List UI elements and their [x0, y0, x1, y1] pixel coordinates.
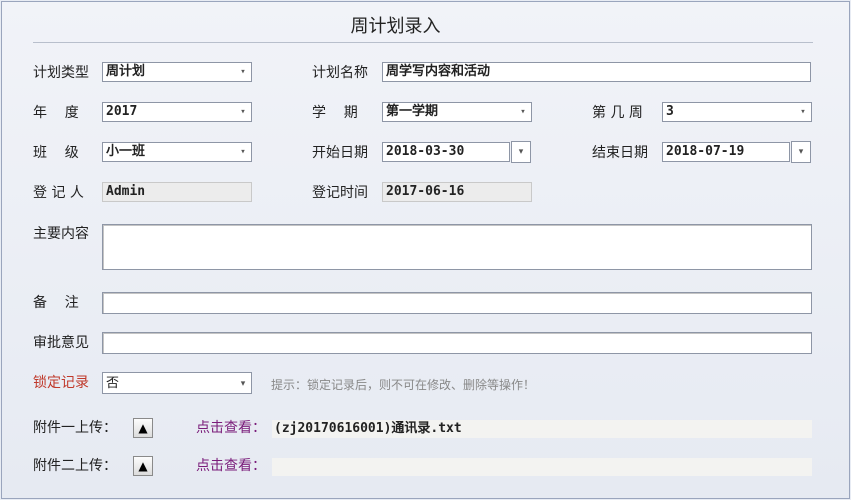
upload-icon: ▲ [138, 459, 148, 473]
class-value: 小一班 [106, 144, 146, 159]
plan-type-value: 周计划 [106, 64, 146, 79]
registrant-field: Admin [102, 182, 252, 202]
main-content-label: 主要内容 [33, 226, 89, 242]
year-value: 2017 [106, 104, 138, 119]
attachment1-file-link[interactable]: (zj20170616001)通讯录.txt [272, 420, 812, 438]
week-no-value: 3 [666, 104, 674, 119]
class-label: 班 级 [33, 145, 79, 161]
attachment2-file-link[interactable] [272, 458, 812, 476]
attachment1-view-link[interactable]: 点击查看： [196, 418, 266, 438]
attachment1-upload-button[interactable]: ▲ [133, 418, 153, 438]
plan-type-label: 计划类型 [33, 65, 89, 81]
chevron-down-icon: ▾ [518, 147, 524, 157]
reg-time-field: 2017-06-16 [382, 182, 532, 202]
end-date-picker-button[interactable]: ▾ [791, 141, 811, 163]
chevron-down-icon: ▾ [520, 107, 526, 117]
attachment1-label: 附件一上传： [33, 420, 117, 436]
remark-label: 备 注 [33, 295, 79, 311]
chevron-down-icon: ▾ [240, 378, 246, 388]
year-select[interactable]: 2017 ▾ [102, 102, 252, 122]
attachment2-label: 附件二上传： [33, 458, 117, 474]
semester-select[interactable]: 第一学期 ▾ [382, 102, 532, 122]
year-label: 年 度 [33, 105, 79, 121]
reg-time-label: 登记时间 [312, 185, 368, 201]
start-date-label: 开始日期 [312, 145, 368, 161]
approval-input[interactable] [102, 332, 812, 354]
semester-value: 第一学期 [386, 104, 439, 119]
lock-hint: 提示：锁定记录后，则不可在修改、删除等操作！ [271, 378, 536, 392]
start-date-picker-button[interactable]: ▾ [511, 141, 531, 163]
main-content-textarea[interactable] [102, 224, 812, 270]
approval-label: 审批意见 [33, 335, 89, 351]
remark-input[interactable] [102, 292, 812, 314]
start-date-input[interactable]: 2018-03-30 [382, 142, 510, 162]
chevron-down-icon: ▾ [240, 107, 246, 117]
chevron-down-icon: ▾ [240, 67, 246, 77]
chevron-down-icon: ▾ [800, 107, 806, 117]
page-title: 周计划录入 [350, 16, 441, 37]
attachment2-view-link[interactable]: 点击查看： [196, 456, 266, 476]
class-select[interactable]: 小一班 ▾ [102, 142, 252, 162]
registrant-label: 登 记 人 [33, 185, 84, 201]
plan-name-input[interactable]: 周学写内容和活动 [382, 62, 811, 82]
title-divider [33, 42, 813, 43]
week-no-select[interactable]: 3 ▾ [662, 102, 812, 122]
week-no-label: 第 几 周 [592, 105, 643, 121]
lock-select[interactable]: 否 ▾ [102, 372, 252, 394]
plan-name-label: 计划名称 [312, 65, 368, 81]
upload-icon: ▲ [138, 421, 148, 435]
plan-type-select[interactable]: 周计划 ▾ [102, 62, 252, 82]
lock-label: 锁定记录 [33, 375, 89, 391]
end-date-input[interactable]: 2018-07-19 [662, 142, 790, 162]
semester-label: 学 期 [312, 105, 358, 121]
end-date-label: 结束日期 [592, 145, 648, 161]
chevron-down-icon: ▾ [240, 147, 246, 157]
lock-value: 否 [106, 375, 120, 390]
chevron-down-icon: ▾ [798, 147, 804, 157]
attachment2-upload-button[interactable]: ▲ [133, 456, 153, 476]
